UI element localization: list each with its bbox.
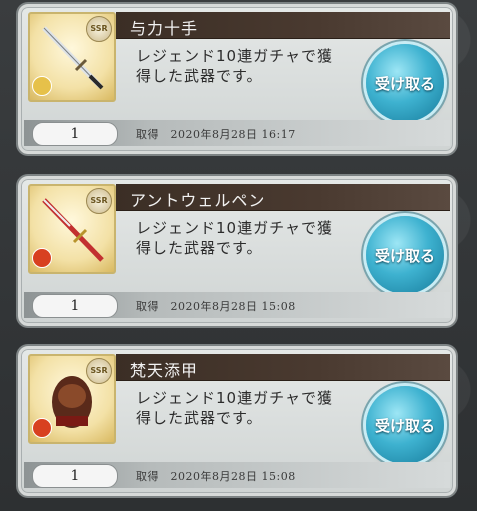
rarity-badge: SSR: [86, 188, 112, 214]
gift-card: アントウェルペン SSR レジェンド10連ガチャで獲 得した武器です。 受け取る…: [18, 176, 456, 326]
element-icon: [32, 248, 52, 268]
rarity-badge: SSR: [86, 16, 112, 42]
item-title-bar: アントウェルペン: [116, 184, 450, 211]
acquired-date: 取得 2020年8月28日 15:08: [136, 300, 296, 313]
item-title-bar: 梵天添甲: [116, 354, 450, 381]
item-name: アントウェルペン: [130, 191, 266, 210]
weapon-thumbnail: SSR: [28, 354, 116, 444]
item-title-bar: 与力十手: [116, 12, 450, 39]
rarity-badge: SSR: [86, 358, 112, 384]
gift-card: 与力十手 SSR レジェンド10連ガチャで獲 得した武器です。 受け取る 1 取…: [18, 4, 456, 154]
item-description: レジェンド10連ガチャで獲 得した武器です。: [136, 218, 366, 258]
description-line: 得した武器です。: [136, 67, 263, 85]
description-line: レジェンド10連ガチャで獲: [136, 47, 333, 65]
receive-button[interactable]: 受け取る: [366, 44, 444, 122]
receive-button[interactable]: 受け取る: [366, 386, 444, 464]
item-footer: 1 取得 2020年8月28日 15:08: [24, 292, 450, 318]
item-footer: 1 取得 2020年8月28日 15:08: [24, 462, 450, 488]
description-line: レジェンド10連ガチャで獲: [136, 389, 333, 407]
item-description: レジェンド10連ガチャで獲 得した武器です。: [136, 388, 366, 428]
acquired-date: 取得 2020年8月28日 15:08: [136, 470, 296, 483]
element-icon: [32, 418, 52, 438]
quantity-field: 1: [32, 294, 118, 318]
quantity-field: 1: [32, 464, 118, 488]
item-name: 梵天添甲: [130, 361, 199, 380]
description-line: 得した武器です。: [136, 409, 263, 427]
acquired-date: 取得 2020年8月28日 16:17: [136, 128, 296, 141]
item-footer: 1 取得 2020年8月28日 16:17: [24, 120, 450, 146]
description-line: 得した武器です。: [136, 239, 263, 257]
weapon-thumbnail: SSR: [28, 184, 116, 274]
weapon-thumbnail: SSR: [28, 12, 116, 102]
receive-button[interactable]: 受け取る: [366, 216, 444, 294]
item-description: レジェンド10連ガチャで獲 得した武器です。: [136, 46, 366, 86]
description-line: レジェンド10連ガチャで獲: [136, 219, 333, 237]
gift-card: 梵天添甲 SSR レジェンド10連ガチャで獲 得した武器です。 受け取る 1 取…: [18, 346, 456, 496]
quantity-field: 1: [32, 122, 118, 146]
element-icon: [32, 76, 52, 96]
item-name: 与力十手: [130, 19, 199, 38]
